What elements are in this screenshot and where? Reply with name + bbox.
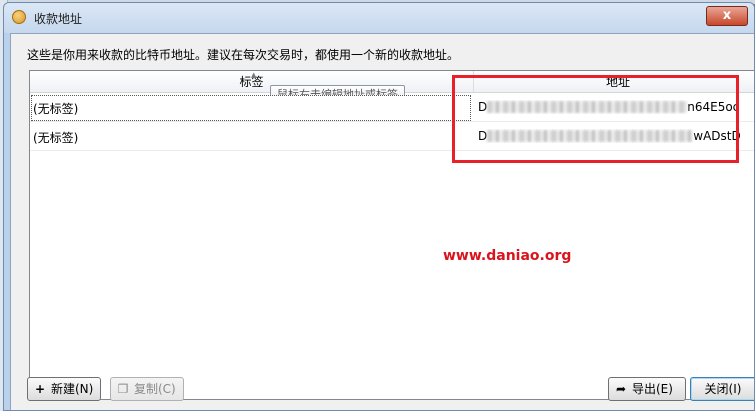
app-icon	[12, 10, 26, 24]
close-button[interactable]: 关闭(I)	[690, 377, 754, 401]
new-address-button[interactable]: + 新建(N)	[27, 377, 101, 401]
watermark-text: www.daniao.org	[443, 248, 572, 264]
export-button[interactable]: ➦ 导出(E)	[608, 377, 686, 401]
new-address-label: 新建(N)	[51, 382, 94, 396]
cell-label[interactable]: (无标签)	[33, 100, 78, 117]
column-header-label[interactable]: ▲ 标签	[30, 71, 474, 93]
receive-addresses-dialog: 收款地址 x 这些是你用来收款的比特币地址。建议在每次交易时，都使用一个新的收款…	[3, 2, 755, 411]
export-label: 导出(E)	[632, 382, 673, 396]
plus-icon: +	[34, 382, 46, 396]
cell-label[interactable]: (无标签)	[33, 129, 78, 146]
export-arrow-icon: ➦	[615, 382, 627, 396]
copy-icon: ❐	[117, 382, 129, 396]
window-title: 收款地址	[34, 12, 83, 26]
dialog-client-area: 这些是你用来收款的比特币地址。建议在每次交易时，都使用一个新的收款地址。 ▲ 标…	[10, 33, 754, 410]
title-bar[interactable]: 收款地址 x	[4, 3, 754, 33]
description-text: 这些是你用来收款的比特币地址。建议在每次交易时，都使用一个新的收款地址。	[27, 48, 460, 62]
copy-address-button[interactable]: ❐ 复制(C)	[110, 377, 184, 401]
copy-address-label: 复制(C)	[134, 382, 176, 396]
address-highlight-annotation	[452, 75, 739, 163]
focus-rectangle	[31, 95, 471, 121]
close-window-button[interactable]: x	[706, 6, 748, 26]
sort-indicator-icon: ▲	[251, 71, 257, 79]
